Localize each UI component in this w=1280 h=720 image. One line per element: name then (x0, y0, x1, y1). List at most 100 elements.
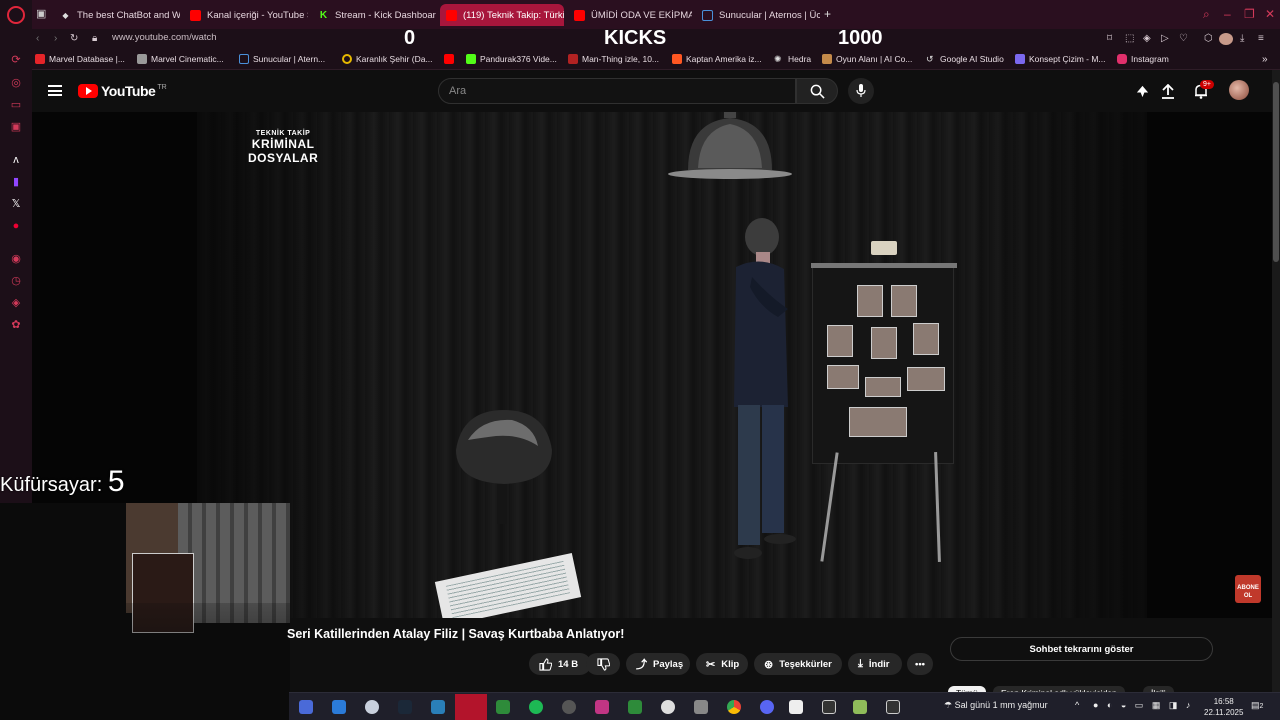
explorer-icon[interactable] (332, 700, 346, 714)
pin-icon[interactable]: ⌑ (1107, 33, 1112, 44)
discord-icon[interactable] (760, 700, 774, 714)
tab-umidi-oda[interactable]: ÜMİDİ ODA VE EKİPMAN (568, 4, 692, 26)
download-icon[interactable]: ⤓ (1240, 33, 1244, 44)
extension-icon[interactable] (1133, 82, 1151, 100)
sync-icon[interactable]: ⟳ (9, 53, 23, 67)
dislike-button[interactable] (586, 653, 620, 675)
voice-search-button[interactable] (848, 78, 874, 104)
extensions-icon[interactable]: ⬡ (1204, 33, 1213, 44)
thanks-button[interactable]: ⊛ Teşekkürler (754, 653, 842, 675)
messenger-icon[interactable]: ▭ (9, 98, 23, 112)
tab-aternos[interactable]: Sunucular | Aternos | Ücr (696, 4, 820, 26)
youtube-icon (190, 9, 201, 21)
start-icon[interactable] (299, 700, 313, 714)
forward-icon[interactable]: › (54, 33, 57, 44)
tab-kick-dashboard[interactable]: K Stream - Kick Dashboard (312, 4, 436, 26)
bookmark-item[interactable]: Marvel Database |... (35, 54, 125, 64)
close-icon[interactable]: ✕ (1265, 7, 1275, 21)
bookmark-item[interactable]: Oyun Alanı | AI Co... (822, 54, 912, 64)
play-icon[interactable]: ▷ (1161, 33, 1169, 44)
music-icon[interactable]: ▣ (9, 120, 23, 134)
more-bookmarks-icon[interactable]: » (1262, 54, 1268, 65)
app-icon[interactable] (853, 700, 867, 714)
search-button[interactable] (796, 78, 838, 104)
new-tab-icon[interactable]: + (824, 7, 831, 21)
search-input[interactable] (439, 79, 759, 103)
kick-overlay-title: KICKS (604, 27, 667, 49)
tab-chatbot[interactable]: ◆ The best ChatBot and Wi (54, 4, 180, 26)
spotify-icon[interactable] (529, 700, 543, 714)
show-chat-replay-button[interactable]: Sohbet tekrarını göster (950, 637, 1213, 661)
bookmark-item[interactable]: Sunucular | Atern... (239, 54, 325, 64)
back-icon[interactable]: ‹ (36, 33, 39, 44)
bookmark-item[interactable]: Marvel Cinematic... (137, 54, 224, 64)
menu-icon[interactable]: ≡ (1258, 33, 1264, 44)
photo (857, 285, 883, 317)
thumbs-down-icon (596, 657, 610, 671)
app-icon[interactable] (431, 700, 445, 714)
app-icon[interactable] (694, 700, 708, 714)
app-icon[interactable] (365, 700, 379, 714)
player-icon[interactable]: ◉ (9, 252, 23, 266)
account-avatar[interactable] (1229, 80, 1249, 100)
bookmark-item[interactable]: Man-Thing izle, 10... (568, 54, 659, 64)
bookmark-item[interactable] (444, 54, 458, 64)
heart-icon[interactable]: ♡ (1179, 33, 1188, 44)
maximize-icon[interactable]: ❐ (1244, 7, 1255, 21)
tab-teknik-takip[interactable]: (119) Teknik Takip: Türkiy (440, 4, 564, 26)
bookmark-item[interactable]: Konsept Çizim - M... (1015, 54, 1106, 64)
weather-widget[interactable]: ☂︎ Sal günü 1 mm yağmur (944, 700, 1048, 711)
download-button[interactable]: ⤓ İndir (848, 653, 902, 675)
bookmark-item[interactable]: Kaptan Amerika iz... (672, 54, 762, 64)
subscribe-badge[interactable]: ABONE OL (1235, 575, 1261, 603)
profile-avatar[interactable] (1219, 33, 1233, 45)
chrome-icon[interactable] (727, 700, 741, 714)
youtube-music-icon[interactable]: ● (9, 219, 23, 233)
bookmark-item[interactable]: ↺ Google AI Studio (926, 54, 1004, 64)
tab-youtube-studio[interactable]: Kanal içeriği - YouTube S (184, 4, 308, 26)
minimize-icon[interactable]: – (1224, 7, 1231, 21)
bookmark-item[interactable]: ✺ Hedra (774, 54, 811, 64)
bookmark-item[interactable]: Instagram (1117, 54, 1169, 64)
wallet-icon[interactable]: ◎ (9, 76, 23, 90)
system-clock[interactable]: 16:58 22.11.2025 (1204, 696, 1243, 718)
obs-icon[interactable] (562, 700, 576, 714)
share-button[interactable]: ⤴ Paylaş (626, 653, 690, 675)
opera-taskbar-icon[interactable] (455, 694, 487, 720)
workspaces-icon[interactable]: ▣ (36, 7, 46, 20)
url-field[interactable]: www.youtube.com/watch (112, 32, 217, 43)
app-icon[interactable] (886, 700, 900, 714)
ai-icon[interactable]: ʌ (9, 153, 23, 167)
nvidia-icon[interactable] (496, 700, 510, 714)
bookmark-label: Marvel Database |... (49, 54, 125, 64)
app-icon[interactable] (822, 700, 836, 714)
instagram-icon[interactable] (595, 700, 609, 714)
more-actions-button[interactable]: ••• (907, 653, 933, 675)
reload-icon[interactable]: ↻ (70, 33, 78, 44)
upload-icon[interactable] (1159, 82, 1177, 100)
menu-icon[interactable] (48, 85, 62, 96)
search-tabs-icon[interactable]: ⌕ (1203, 7, 1210, 22)
app-icon[interactable] (789, 700, 803, 714)
settings-icon[interactable]: ✿ (9, 318, 23, 332)
tray-chevron-icon[interactable]: ^ (1075, 700, 1079, 710)
bookmark-item[interactable]: Karanlık Şehir (Da... (342, 54, 433, 64)
extensions-icon[interactable]: ◈ (9, 296, 23, 310)
shield-icon[interactable]: ◈ (1143, 33, 1151, 44)
scroll-thumb[interactable] (1273, 82, 1279, 262)
x-icon[interactable]: 𝕏 (9, 197, 23, 211)
youtube-logo[interactable]: YouTube TR (78, 83, 167, 99)
clip-button[interactable]: ✂ Klip (696, 653, 748, 675)
steam-icon[interactable] (398, 700, 412, 714)
page-scrollbar[interactable] (1272, 70, 1280, 692)
history-icon[interactable]: ◷ (9, 274, 23, 288)
app-icon[interactable] (661, 700, 675, 714)
snapshot-icon[interactable]: ⬚ (1125, 33, 1134, 44)
like-button[interactable]: 14 B (529, 653, 591, 675)
app-icon[interactable] (628, 700, 642, 714)
bookmark-item[interactable]: Pandurak376 Vide... (466, 54, 557, 64)
opera-logo-icon[interactable] (7, 6, 25, 24)
tray-icons[interactable]: ● ◐ ◒ ▭ ▦ ◨ ♪ (1093, 700, 1193, 711)
twitch-icon[interactable]: ▮ (9, 175, 23, 189)
notification-center-icon[interactable]: ▤2 (1251, 700, 1263, 711)
